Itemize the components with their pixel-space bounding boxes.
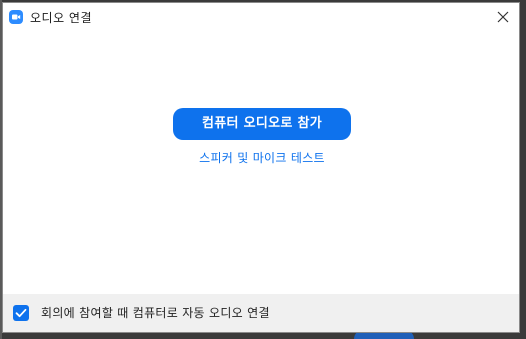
- close-icon: [497, 11, 509, 23]
- title-bar: 오디오 연결: [3, 3, 519, 31]
- checkmark-icon: [15, 308, 27, 318]
- zoom-camera-icon: [9, 10, 23, 24]
- footer-bar: 회의에 참여할 때 컴퓨터로 자동 오디오 연결: [3, 294, 519, 332]
- auto-connect-checkbox[interactable]: [13, 305, 29, 321]
- audio-dialog: 오디오 연결 컴퓨터 오디오로 참가 스피커 및 마이크 테스트 회의에 참여할…: [2, 2, 520, 333]
- auto-connect-label[interactable]: 회의에 참여할 때 컴퓨터로 자동 오디오 연결: [41, 304, 270, 321]
- window-title: 오디오 연결: [30, 11, 93, 25]
- close-button[interactable]: [491, 5, 515, 29]
- test-speaker-mic-link[interactable]: 스피커 및 마이크 테스트: [3, 149, 521, 166]
- join-computer-audio-button[interactable]: 컴퓨터 오디오로 참가: [173, 108, 351, 140]
